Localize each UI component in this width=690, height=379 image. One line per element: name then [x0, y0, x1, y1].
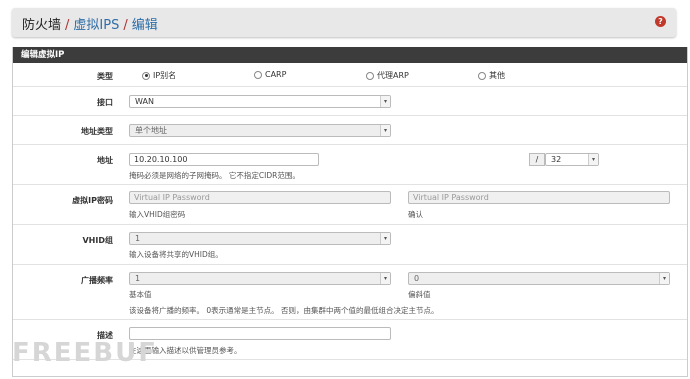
radio-unchecked-icon	[254, 70, 262, 79]
vhid-group-row: VHID组 1 ▾ 输入设备将共享的VHID组。	[13, 225, 687, 265]
vip-password-row: 虚拟IP密码 Virtual IP Password 输入VHID组密码 Vir…	[13, 185, 687, 225]
type-radio-proxy-arp[interactable]: 代理ARP	[366, 70, 409, 81]
type-label: 类型	[97, 72, 113, 81]
address-input[interactable]: 10.20.10.100	[129, 153, 319, 166]
interface-select[interactable]: WAN ▾	[129, 95, 391, 108]
advertising-base-select[interactable]: 1 ▾	[129, 272, 391, 285]
vip-password-label: 虚拟IP密码	[72, 196, 113, 205]
type-radio-other[interactable]: 其他	[478, 70, 505, 81]
breadcrumb: 防火墙 / 虚拟IPS / 编辑	[22, 14, 158, 33]
help-icon[interactable]: ?	[655, 16, 666, 27]
address-label: 地址	[97, 156, 113, 165]
advertising-frequency-help: 该设备将广播的频率。 0表示通常是主节点。 否则，由集群中两个值的最低组合决定主…	[129, 306, 439, 315]
vip-password-help: 输入VHID组密码	[129, 210, 186, 219]
watermark-logo: FREEBUF	[12, 338, 158, 368]
chevron-down-icon: ▾	[380, 96, 390, 107]
radio-unchecked-icon	[366, 71, 374, 80]
advertising-base-help: 基本值	[129, 290, 152, 299]
type-radio-carp[interactable]: CARP	[254, 70, 286, 79]
address-type-select[interactable]: 单个地址 ▾	[129, 124, 391, 137]
interface-label: 接口	[97, 98, 113, 107]
vip-password-input[interactable]: Virtual IP Password	[129, 191, 391, 204]
advertising-skew-help: 偏斜值	[408, 290, 431, 299]
breadcrumb-separator: /	[123, 18, 128, 33]
advertising-frequency-row: 广播频率 1 ▾ 基本值 0 ▾ 偏斜值 该设备将广播的频率。 0表示通常是主节…	[13, 265, 687, 320]
vhid-group-select[interactable]: 1 ▾	[129, 232, 391, 245]
chevron-down-icon: ▾	[380, 125, 390, 136]
cidr-slash: /	[529, 153, 545, 166]
vhid-group-label: VHID组	[82, 236, 113, 245]
edit-virtual-ip-panel: 编辑虚拟IP 类型 IP别名 CARP 代理ARP 其他 接口 WAN ▾ 地址…	[12, 47, 688, 377]
description-input[interactable]	[129, 327, 391, 340]
address-row: 地址 10.20.10.100 / 32 ▾ 掩码必须是网络的子网掩码。 它不指…	[13, 145, 687, 185]
radio-checked-icon	[142, 71, 150, 80]
interface-row: 接口 WAN ▾	[13, 87, 687, 116]
type-row: 类型 IP别名 CARP 代理ARP 其他	[13, 63, 687, 87]
breadcrumb-bar: 防火墙 / 虚拟IPS / 编辑 ?	[12, 8, 676, 37]
advertising-skew-select[interactable]: 0 ▾	[408, 272, 670, 285]
address-type-row: 地址类型 单个地址 ▾	[13, 116, 687, 145]
breadcrumb-separator: /	[65, 18, 70, 33]
chevron-down-icon: ▾	[380, 233, 390, 244]
breadcrumb-edit: 编辑	[131, 18, 158, 33]
chevron-down-icon: ▾	[588, 154, 598, 165]
advertising-frequency-label: 广播频率	[81, 276, 113, 285]
vip-password-confirm-input[interactable]: Virtual IP Password	[408, 191, 670, 204]
chevron-down-icon: ▾	[659, 273, 669, 284]
vip-password-confirm-help: 确认	[408, 210, 423, 219]
type-radio-ip-alias[interactable]: IP别名	[142, 70, 176, 81]
panel-title: 编辑虚拟IP	[13, 47, 687, 63]
vhid-group-help: 输入设备将共享的VHID组。	[129, 250, 223, 259]
breadcrumb-firewall[interactable]: 防火墙	[22, 18, 61, 33]
address-help: 掩码必须是网络的子网掩码。 它不指定CIDR范围。	[129, 171, 300, 180]
radio-unchecked-icon	[478, 71, 486, 80]
cidr-mask-select[interactable]: 32 ▾	[545, 153, 599, 166]
breadcrumb-virtual-ips[interactable]: 虚拟IPS	[73, 18, 119, 33]
address-type-label: 地址类型	[81, 127, 113, 136]
chevron-down-icon: ▾	[380, 273, 390, 284]
